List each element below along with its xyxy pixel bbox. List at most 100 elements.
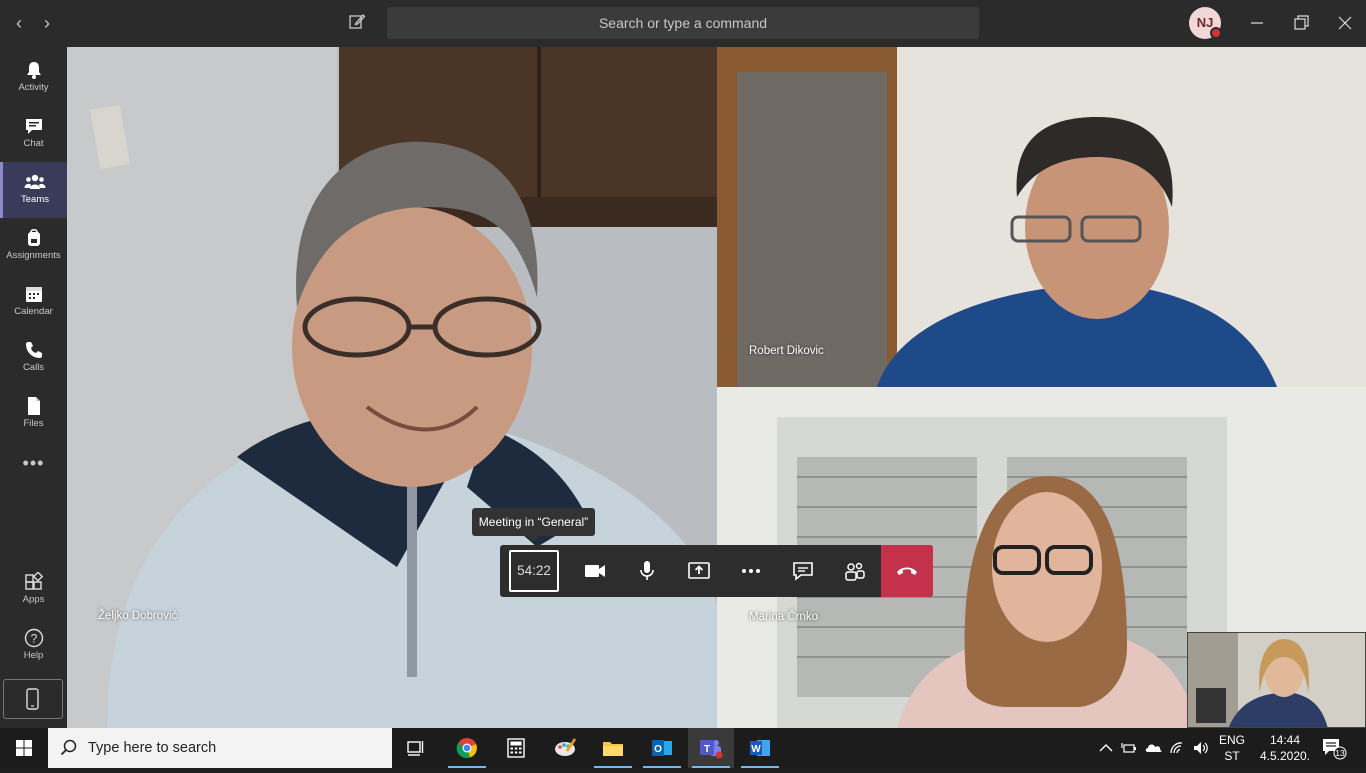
start-button[interactable]: [0, 728, 48, 768]
chat-icon: [25, 119, 42, 134]
chevron-up-icon: [1099, 744, 1113, 752]
network-tray-button[interactable]: [1168, 738, 1188, 758]
forward-button[interactable]: ›: [36, 12, 58, 34]
meeting-tooltip: Meeting in “General”: [472, 508, 595, 542]
rail-item-teams[interactable]: Teams: [0, 162, 67, 218]
svg-text:O: O: [654, 744, 662, 755]
windows-logo-icon: [16, 740, 32, 756]
rail-item-label: Teams: [21, 194, 49, 205]
help-icon: ?: [24, 628, 43, 648]
language-code: ENG: [1218, 733, 1245, 747]
more-actions-button[interactable]: [725, 545, 777, 597]
cloud-icon: [1145, 744, 1162, 752]
svg-text:W: W: [751, 744, 761, 755]
wifi-icon: [1170, 742, 1183, 754]
taskbar-search-input[interactable]: Type here to search: [48, 728, 392, 768]
rail-item-apps[interactable]: Apps: [0, 562, 67, 618]
show-hidden-icons-button[interactable]: [1096, 738, 1116, 758]
rail-item-label: Apps: [22, 594, 45, 605]
microsoft-teams-icon: T: [700, 740, 723, 759]
taskbar-app-outlook[interactable]: O: [639, 728, 685, 768]
task-view-button[interactable]: [393, 728, 439, 768]
close-button[interactable]: [1330, 8, 1360, 38]
hang-up-button[interactable]: [881, 545, 933, 597]
notification-count: 13: [1335, 748, 1345, 758]
rail-item-files[interactable]: Files: [0, 386, 67, 442]
file-icon: [27, 397, 40, 415]
title-bar: ‹ › Search or type a command NJ: [0, 0, 1366, 47]
microphone-icon: [640, 561, 654, 580]
rail-item-label: Chat: [23, 138, 44, 149]
speaker-icon: [1194, 742, 1208, 754]
paint-icon: [555, 738, 577, 756]
clock-date: 4.5.2020.: [1259, 749, 1311, 763]
show-conversation-button[interactable]: [777, 545, 829, 597]
command-search-input[interactable]: Search or type a command: [387, 7, 979, 39]
restore-button[interactable]: [1286, 8, 1316, 38]
show-participants-button[interactable]: [829, 545, 881, 597]
folder-icon: [603, 742, 623, 756]
clock-button[interactable]: 14:44 4.5.2020.: [1254, 732, 1316, 764]
more-apps-button[interactable]: •••: [0, 453, 67, 474]
taskbar-app-paint[interactable]: [542, 728, 588, 768]
search-icon: [60, 739, 77, 756]
apps-icon: [24, 572, 43, 590]
participant-video: [67, 47, 717, 728]
power-tray-button[interactable]: [1120, 738, 1140, 758]
input-language-button[interactable]: ENG ST: [1216, 732, 1248, 764]
battery-plug-icon: [1121, 743, 1136, 753]
minimize-icon: [1251, 22, 1263, 24]
rail-item-chat[interactable]: Chat: [0, 106, 67, 162]
back-button[interactable]: ‹: [8, 12, 30, 34]
rail-item-help[interactable]: ? Help: [0, 618, 67, 674]
taskbar-app-calculator[interactable]: [493, 728, 539, 768]
rail-item-activity[interactable]: Activity: [0, 50, 67, 106]
keyboard-layout: ST: [1224, 749, 1240, 763]
onedrive-tray-button[interactable]: [1144, 738, 1164, 758]
busy-status-icon: [1210, 27, 1222, 39]
conversation-icon: [793, 562, 813, 581]
chrome-icon: [456, 738, 477, 759]
taskbar-app-word[interactable]: W: [737, 728, 783, 768]
new-chat-button[interactable]: [348, 12, 370, 34]
mobile-phone-icon: [26, 688, 39, 710]
rail-item-calendar[interactable]: Calendar: [0, 274, 67, 330]
mobile-device-button[interactable]: [3, 679, 63, 719]
rail-item-label: Calendar: [14, 306, 53, 317]
taskbar-app-file-explorer[interactable]: [590, 728, 636, 768]
outlook-icon: O: [652, 740, 672, 756]
svg-text:?: ?: [30, 632, 37, 646]
share-screen-icon: [688, 562, 710, 579]
more-icon: [742, 569, 760, 573]
taskbar-app-chrome[interactable]: [444, 728, 490, 768]
video-tile-top-right[interactable]: Robert Dikovic: [717, 47, 1366, 387]
volume-tray-button[interactable]: [1191, 738, 1211, 758]
action-center-button[interactable]: 13: [1320, 736, 1350, 760]
backpack-icon: [27, 228, 40, 246]
self-video-preview[interactable]: [1187, 632, 1366, 728]
word-icon: W: [750, 740, 770, 756]
bell-icon: [26, 62, 41, 79]
app-rail: Activity Chat Teams Assignments Calendar…: [0, 47, 67, 728]
call-timer[interactable]: 54:22: [509, 550, 559, 592]
camera-toggle-button[interactable]: [569, 545, 621, 597]
phone-icon: [25, 342, 42, 358]
video-tile-main[interactable]: Željko Dobrović: [67, 47, 717, 728]
clock-time: 14:44: [1269, 733, 1301, 747]
participant-video: [717, 47, 1366, 387]
rail-item-label: Help: [23, 650, 44, 661]
share-screen-button[interactable]: [673, 545, 725, 597]
rail-item-calls[interactable]: Calls: [0, 330, 67, 386]
close-icon: [1338, 16, 1352, 30]
task-view-icon: [407, 741, 424, 756]
minimize-button[interactable]: [1242, 8, 1272, 38]
rail-item-assignments[interactable]: Assignments: [0, 218, 67, 274]
taskbar-search-placeholder: Type here to search: [88, 740, 217, 756]
teams-window: ‹ › Search or type a command NJ Activity…: [0, 0, 1366, 728]
taskbar-app-teams[interactable]: T: [688, 728, 734, 768]
participant-name: Željko Dobrović: [98, 610, 178, 622]
call-controls: 54:22: [500, 545, 933, 597]
windows-taskbar: Type here to search O T W ENG ST 14:44 4…: [0, 728, 1366, 768]
calculator-icon: [507, 738, 525, 758]
microphone-toggle-button[interactable]: [621, 545, 673, 597]
